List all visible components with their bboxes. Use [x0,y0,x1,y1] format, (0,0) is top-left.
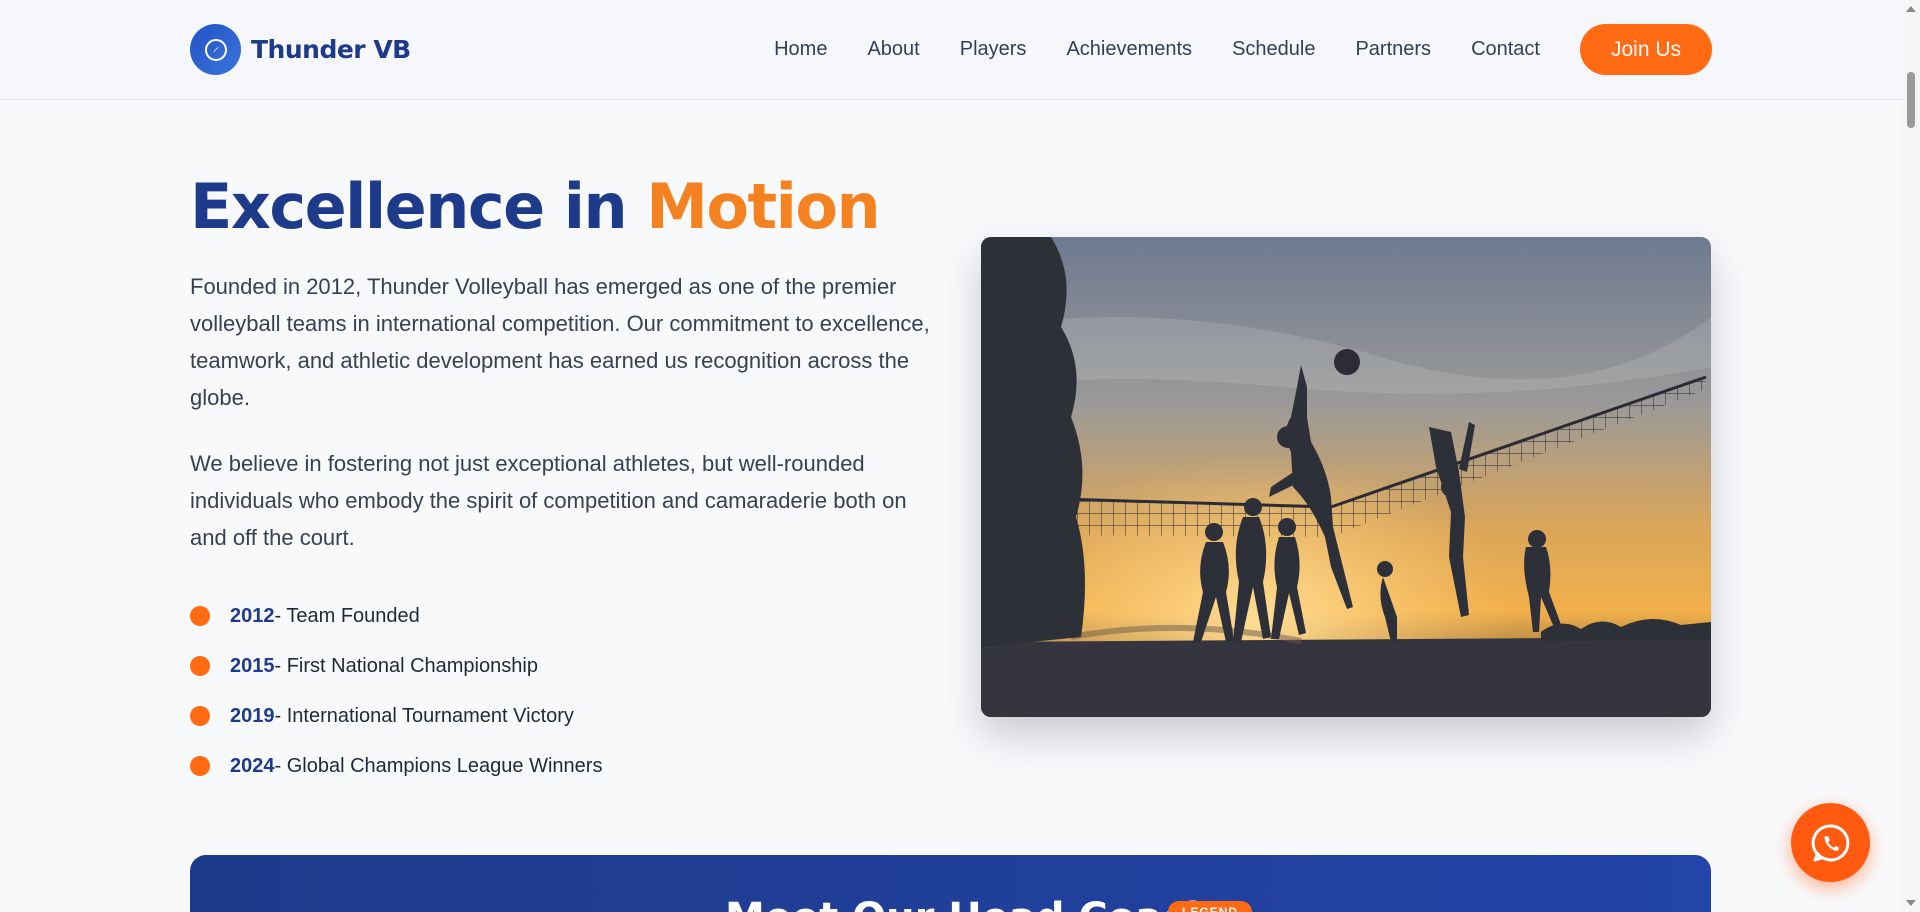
about-title-main: Excellence in [190,170,647,243]
navbar: Thunder VB Home About Players Achievemen… [0,0,1902,100]
coach-badge: LEGEND [1168,901,1253,912]
nav-links: Home About Players Achievements Schedule… [774,38,1540,61]
scroll-up-arrow-icon[interactable] [1906,6,1916,12]
milestone-text: - Team Founded [274,604,420,627]
brand[interactable]: Thunder VB [190,24,411,75]
about-paragraph-1: Founded in 2012, Thunder Volleyball has … [190,274,930,410]
nav-link-home[interactable]: Home [774,38,827,61]
milestone-year: 2012 [230,604,275,627]
about-title: Excellence in Motion [190,170,881,243]
bullet-dot-icon [190,606,210,626]
nav-link-about[interactable]: About [867,38,919,61]
milestone-year: 2024 [230,754,275,777]
nav-link-partners[interactable]: Partners [1355,38,1431,61]
milestone-item: 2024 - Global Champions League Winners [190,741,602,791]
milestone-year: 2019 [230,704,275,727]
about-title-accent: Motion [646,170,880,243]
bullet-dot-icon [190,756,210,776]
whatsapp-button[interactable] [1791,803,1870,882]
milestone-text: - First National Championship [274,654,538,677]
nav-link-schedule[interactable]: Schedule [1232,38,1315,61]
nav-link-contact[interactable]: Contact [1471,38,1540,61]
coach-section-title: Meet Our Head Coach [725,895,1214,912]
milestone-item: 2019 - International Tournament Victory [190,691,602,741]
scroll-down-arrow-icon[interactable] [1906,900,1916,906]
nav-link-achievements[interactable]: Achievements [1066,38,1192,61]
milestone-item: 2015 - First National Championship [190,641,602,691]
brand-name: Thunder VB [251,35,411,64]
nav-link-players[interactable]: Players [960,38,1027,61]
milestone-list: 2012 - Team Founded 2015 - First Nationa… [190,591,602,791]
head-coach-section: Meet Our Head Coach LEGEND [190,855,1711,912]
about-paragraph-2: We believe in fostering not just excepti… [190,451,907,550]
milestone-year: 2015 [230,654,275,677]
page-scrollbar[interactable] [1902,0,1920,912]
compass-icon [190,24,241,75]
join-us-button[interactable]: Join Us [1580,24,1712,75]
volleyball-sunset-photo [981,237,1711,717]
bullet-dot-icon [190,656,210,676]
bullet-dot-icon [190,706,210,726]
whatsapp-icon [1811,823,1849,861]
milestone-item: 2012 - Team Founded [190,591,602,641]
milestone-text: - International Tournament Victory [274,704,574,727]
scroll-thumb[interactable] [1907,72,1915,128]
milestone-text: - Global Champions League Winners [274,754,603,777]
